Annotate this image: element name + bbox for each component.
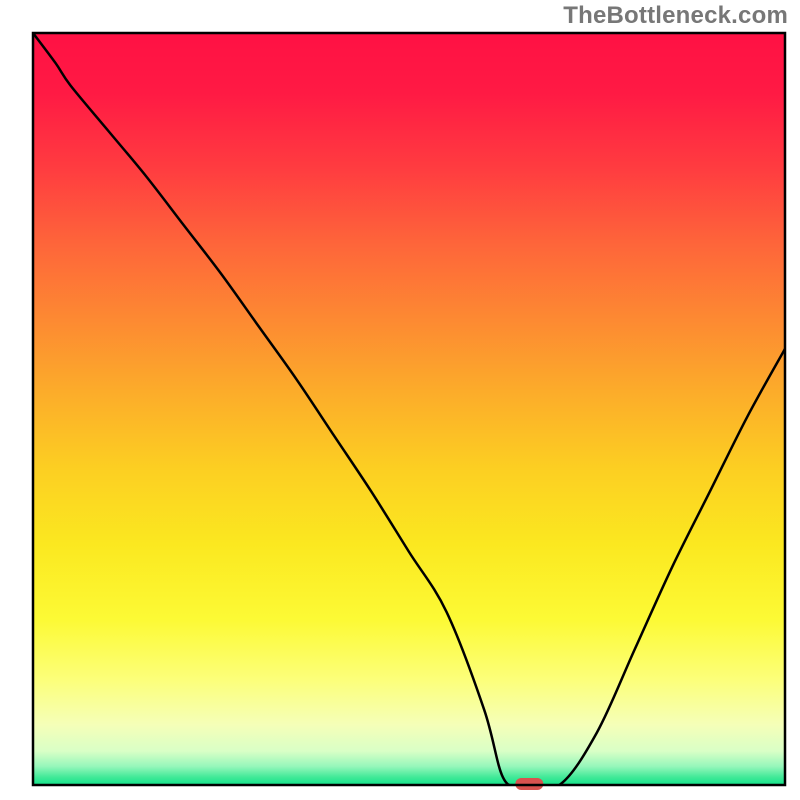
plot-background: [33, 33, 785, 785]
chart-container: TheBottleneck.com: [0, 0, 800, 800]
bottleneck-chart: [0, 0, 800, 800]
watermark-text: TheBottleneck.com: [563, 2, 788, 30]
